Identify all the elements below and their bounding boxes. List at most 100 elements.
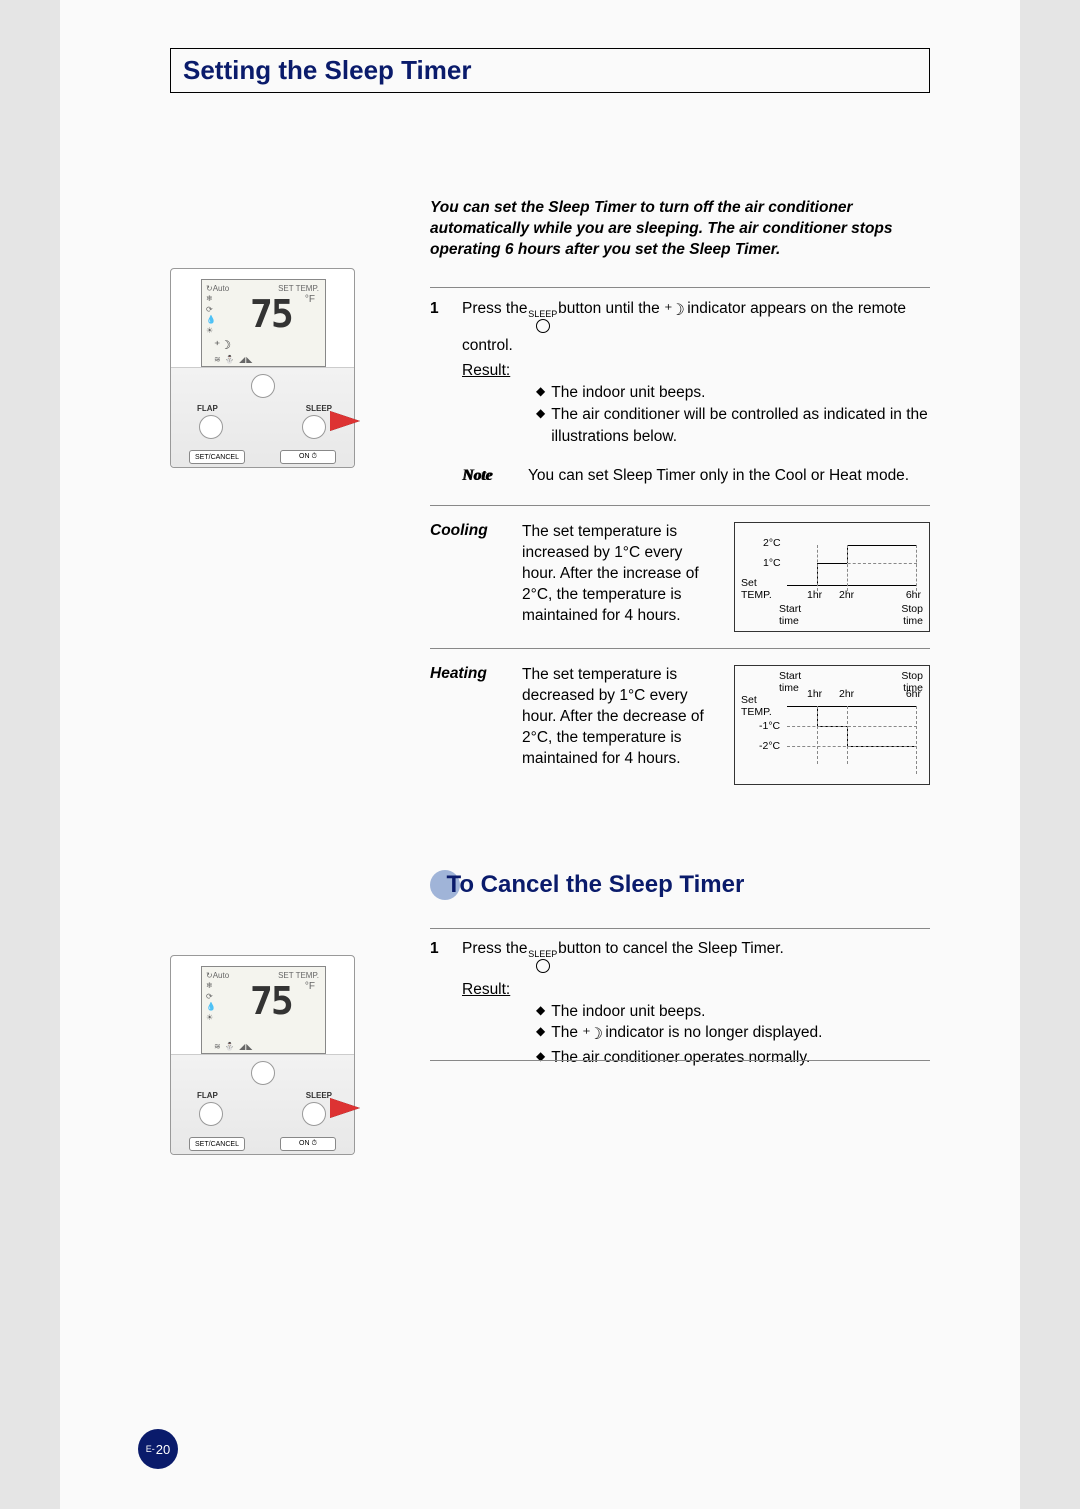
- cg-set: Set: [741, 577, 757, 589]
- section2-title: To Cancel the Sleep Timer: [446, 871, 744, 898]
- result-block: Result:: [462, 979, 930, 1001]
- cooling-text: The set temperature is increased by 1°C …: [522, 522, 712, 632]
- cooling-label: Cooling: [430, 522, 500, 632]
- remote-sleep-label: SLEEP: [306, 1091, 332, 1100]
- cg-y1: 1°C: [763, 557, 781, 569]
- heating-block: Heating The set temperature is decreased…: [430, 665, 930, 785]
- note-row: Note You can set Sleep Timer only in the…: [462, 465, 930, 487]
- hg-temp: TEMP.: [741, 706, 772, 718]
- remote-sleep-label: SLEEP: [306, 404, 332, 413]
- manual-page: Setting the Sleep Timer SET TEMP. ↻Auto❄…: [60, 0, 1020, 1509]
- result2-2: The ⁺☽ indicator is no longer displayed.: [551, 1022, 822, 1046]
- step-text-part2: button until the: [558, 300, 664, 317]
- section1-title: Setting the Sleep Timer: [183, 55, 471, 86]
- remote-setcancel-button: SET/CANCEL: [189, 1137, 245, 1151]
- remote-lcd: SET TEMP. ↻Auto❄⟳💧☀ 75 °F ⁺☽ ≋ ⛄ ◢◣: [201, 279, 326, 367]
- hg-start-time: time: [779, 682, 799, 694]
- result-1: The indoor unit beeps.: [551, 382, 705, 404]
- remote-flap-button: [199, 1102, 223, 1126]
- cg-y2: 2°C: [763, 537, 781, 549]
- lcd-mode-icons: ↻Auto❄⟳💧☀: [206, 284, 229, 336]
- remote-flap-label: FLAP: [197, 404, 218, 413]
- remote-sleep-button: [302, 1102, 326, 1126]
- step-text-part1: Press the: [462, 300, 532, 317]
- page-number-prefix: E-: [146, 1444, 155, 1454]
- result-bullets: The indoor unit beeps. The air condition…: [536, 382, 930, 447]
- lcd-temp-unit: °F: [305, 294, 315, 305]
- remote-sleep-button: [302, 415, 326, 439]
- hg-x1: 1hr: [807, 688, 822, 700]
- pointer-arrow-icon: [330, 1098, 360, 1118]
- remote-lcd: SET TEMP. ↻Auto❄⟳💧☀ 75 °F ≋ ⛄ ◢◣: [201, 966, 326, 1054]
- result-bullets: The indoor unit beeps. The ⁺☽ indicator …: [536, 1001, 930, 1069]
- section1-intro: You can set the Sleep Timer to turn off …: [430, 198, 930, 261]
- step2-text-part1: Press the: [462, 940, 532, 957]
- step2-text-part2: button to cancel the Sleep Timer.: [558, 940, 784, 957]
- hg-stop: Stop: [901, 670, 923, 682]
- cg-x2: 2hr: [839, 589, 854, 601]
- heating-text: The set temperature is decreased by 1°C …: [522, 665, 712, 785]
- sleep-button-icon: SLEEP: [532, 950, 554, 973]
- cooling-block: Cooling The set temperature is increased…: [430, 522, 930, 632]
- lcd-bottom-icons: ≋ ⛄ ◢◣: [214, 1042, 253, 1051]
- remote-center-button: [251, 374, 275, 398]
- step-body: Press the SLEEP button until the ⁺☽ indi…: [462, 298, 930, 487]
- result-label: Result:: [462, 979, 522, 1001]
- cooling-graph: Set TEMP. 2°C 1°C 1hr 2hr 6hr Start: [734, 522, 930, 632]
- remote-on-button: ON ⏱: [280, 1137, 336, 1151]
- divider: [430, 287, 930, 288]
- cg-temp: TEMP.: [741, 589, 772, 601]
- hg-x6: 6hr: [906, 688, 921, 700]
- lcd-temp-value: 75: [250, 292, 292, 336]
- step-number: 1: [430, 938, 444, 1068]
- moon-indicator-icon: ⁺☽: [664, 300, 683, 322]
- lcd-temp-value: 75: [250, 979, 292, 1023]
- hg-y2: -2°C: [759, 740, 780, 752]
- result-2: The air conditioner will be controlled a…: [551, 404, 930, 447]
- sleep-button-icon: SLEEP: [532, 310, 554, 333]
- lcd-temp-unit: °F: [305, 981, 315, 992]
- section-title-box: Setting the Sleep Timer: [170, 48, 930, 93]
- cg-x1: 1hr: [807, 589, 822, 601]
- hg-x2: 2hr: [839, 688, 854, 700]
- hg-y1: -1°C: [759, 720, 780, 732]
- step-body: Press the SLEEP button to cancel the Sle…: [462, 938, 930, 1068]
- result-label: Result:: [462, 360, 522, 382]
- remote-illustration-1: SET TEMP. ↻Auto❄⟳💧☀ 75 °F ⁺☽ ≋ ⛄ ◢◣ FLAP…: [170, 268, 355, 468]
- cg-x6: 6hr: [906, 589, 921, 601]
- divider: [430, 648, 930, 649]
- result-block: Result:: [462, 360, 930, 382]
- lcd-sleep-indicator: ⁺☽: [214, 338, 231, 352]
- result2-1: The indoor unit beeps.: [551, 1001, 705, 1023]
- step-1-cancel: 1 Press the SLEEP button to cancel the S…: [430, 938, 930, 1068]
- remote-center-button: [251, 1061, 275, 1085]
- result2-3: The air conditioner operates normally.: [551, 1047, 810, 1069]
- step-1: 1 Press the SLEEP button until the ⁺☽ in…: [430, 298, 930, 487]
- heating-label: Heating: [430, 665, 500, 785]
- cg-stop-time: time: [903, 615, 923, 627]
- divider: [430, 928, 930, 929]
- page-number: 20: [156, 1442, 170, 1457]
- lcd-mode-icons: ↻Auto❄⟳💧☀: [206, 971, 229, 1023]
- note-text: You can set Sleep Timer only in the Cool…: [528, 465, 909, 487]
- remote-flap-label: FLAP: [197, 1091, 218, 1100]
- page-number-badge: E-20: [138, 1429, 178, 1469]
- section1-content: You can set the Sleep Timer to turn off …: [430, 198, 930, 785]
- remote-flap-button: [199, 415, 223, 439]
- section2-content: 1 Press the SLEEP button to cancel the S…: [430, 938, 930, 1074]
- step-number: 1: [430, 298, 444, 487]
- section2-header: To Cancel the Sleep Timer: [430, 870, 744, 900]
- hg-start: Start: [779, 670, 801, 682]
- moon-indicator-icon: ⁺☽: [582, 1024, 601, 1046]
- remote-button-area: FLAP SLEEP SET/CANCEL ON ⏱: [171, 1054, 354, 1154]
- cg-start-time: time: [779, 615, 799, 627]
- divider: [430, 505, 930, 506]
- hg-set: Set: [741, 694, 757, 706]
- cg-start: Start: [779, 603, 801, 615]
- remote-on-button: ON ⏱: [280, 450, 336, 464]
- note-label: Note: [462, 465, 508, 487]
- heating-graph: Start time Stop time 1hr 2hr 6hr Set TEM…: [734, 665, 930, 785]
- remote-button-area: FLAP SLEEP SET/CANCEL ON ⏱: [171, 367, 354, 467]
- pointer-arrow-icon: [330, 411, 360, 431]
- lcd-bottom-icons: ≋ ⛄ ◢◣: [214, 355, 253, 364]
